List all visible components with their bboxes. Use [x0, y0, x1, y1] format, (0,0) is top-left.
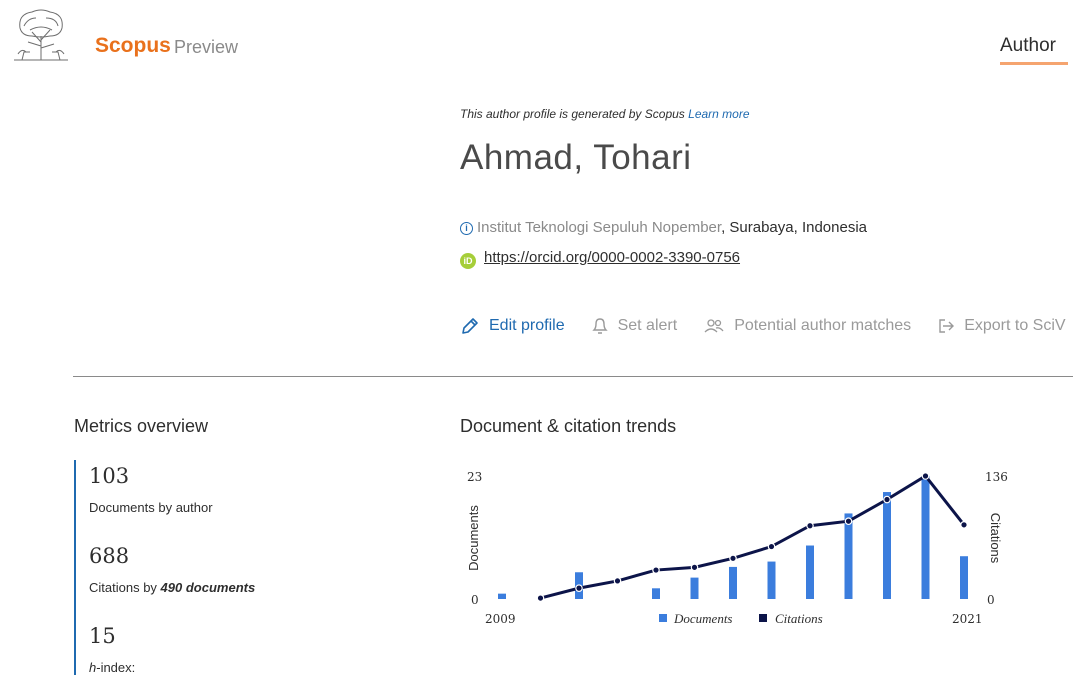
y-left-tick-min: 0	[471, 593, 479, 607]
learn-more-link[interactable]: Learn more	[688, 107, 749, 121]
affiliation: i Institut Teknologi Sepuluh Nopember, Su…	[460, 219, 867, 236]
set-alert-button[interactable]: Set alert	[591, 316, 678, 336]
orcid-link[interactable]: https://orcid.org/0000-0002-3390-0756	[484, 249, 740, 266]
y-left-axis-label: Documents	[466, 505, 481, 571]
citations-count[interactable]: 688	[89, 544, 129, 568]
x-end-label: 2021	[952, 612, 983, 626]
export-button[interactable]: Export to SciV	[937, 316, 1066, 336]
documents-bar-2014[interactable]	[690, 577, 699, 599]
people-icon	[704, 319, 724, 333]
section-divider	[73, 376, 1073, 377]
profile-actions: Edit profile Set alert Potential author …	[460, 313, 1073, 339]
documents-bar-2009[interactable]	[498, 593, 506, 599]
preview-label: Preview	[174, 37, 239, 57]
document-citation-chart[interactable]: 23 0 136 0 Documents Citations 2009 2021…	[455, 460, 1015, 640]
h-index-value[interactable]: 15	[89, 624, 116, 648]
export-icon	[939, 319, 955, 333]
documents-bar-2015[interactable]	[729, 566, 737, 599]
potential-author-matches-button[interactable]: Potential author matches	[703, 316, 911, 336]
documents-bar-2017[interactable]	[806, 545, 814, 599]
info-icon[interactable]: i	[460, 222, 473, 235]
profile-generated-note: This author profile is generated by Scop…	[460, 107, 750, 121]
edit-profile-label: Edit profile	[489, 317, 565, 334]
citations-point-2017[interactable]	[806, 521, 814, 530]
y-right-axis-label: Citations	[988, 513, 1003, 564]
citations-point-2012[interactable]	[613, 577, 622, 585]
nav-author-tab[interactable]: Author	[1000, 35, 1056, 57]
metrics-overview-title: Metrics overview	[74, 416, 209, 436]
documents-bar-2020[interactable]	[921, 476, 930, 599]
affiliation-institution[interactable]: Institut Teknologi Sepuluh Nopember	[477, 219, 721, 236]
legend-documents-swatch	[659, 614, 667, 622]
x-start-label: 2009	[485, 612, 516, 626]
orcid-icon: iD	[460, 253, 476, 269]
legend-citations-label: Citations	[775, 611, 823, 626]
documents-label: Documents by author	[89, 500, 213, 515]
chart-title: Document & citation trends	[460, 416, 677, 436]
documents-bar-2018[interactable]	[844, 513, 853, 599]
edit-profile-button[interactable]: Edit profile	[460, 316, 565, 336]
y-left-tick-max: 23	[467, 470, 482, 484]
citations-point-2018[interactable]	[844, 517, 853, 526]
citations-point-2014[interactable]	[690, 563, 699, 572]
citations-line	[540, 474, 966, 600]
documents-bar-2021[interactable]	[960, 556, 968, 599]
citations-point-2016[interactable]	[767, 542, 776, 551]
generated-note-text: This author profile is generated by Scop…	[460, 107, 685, 121]
h-index-label: h-index:	[89, 660, 135, 675]
elsevier-tree-logo[interactable]	[10, 8, 72, 62]
citations-label-documents: 490 documents	[160, 580, 256, 595]
citations-point-2015[interactable]	[729, 554, 737, 563]
pencil-icon	[462, 318, 478, 334]
h-index-label-rest: -index:	[96, 660, 136, 675]
y-right-tick-min: 0	[987, 593, 995, 607]
nav-active-underline	[1000, 62, 1068, 65]
citations-label-prefix: Citations by	[89, 580, 161, 595]
scopus-brand[interactable]: Scopus	[95, 34, 171, 58]
affiliation-location: , Surabaya, Indonesia	[721, 219, 867, 236]
citations-point-2013[interactable]	[652, 566, 660, 574]
citations-point-2019[interactable]	[883, 495, 891, 504]
author-name: Ahmad, Tohari	[460, 138, 692, 177]
legend-documents-label: Documents	[673, 611, 733, 626]
export-label: Export to SciV	[964, 317, 1066, 334]
citations-point-2011[interactable]	[575, 584, 583, 592]
documents-bar-2013[interactable]	[652, 588, 660, 599]
citations-point-2021[interactable]	[960, 521, 968, 529]
metrics-accent-bar	[74, 460, 76, 675]
citations-label: Citations by 490 documents	[89, 580, 255, 595]
documents-count[interactable]: 103	[89, 464, 129, 488]
documents-bar-2016[interactable]	[767, 561, 776, 599]
legend-citations-swatch	[759, 614, 767, 622]
documents-bar-2019[interactable]	[883, 492, 891, 599]
citations-point-2020[interactable]	[921, 472, 930, 480]
orcid-row: iD https://orcid.org/0000-0002-3390-0756	[460, 249, 740, 269]
bell-icon	[591, 318, 608, 334]
citations-point-2010[interactable]	[536, 594, 545, 602]
set-alert-label: Set alert	[617, 317, 678, 334]
potential-author-matches-label: Potential author matches	[734, 317, 912, 334]
y-right-tick-max: 136	[985, 470, 1008, 484]
